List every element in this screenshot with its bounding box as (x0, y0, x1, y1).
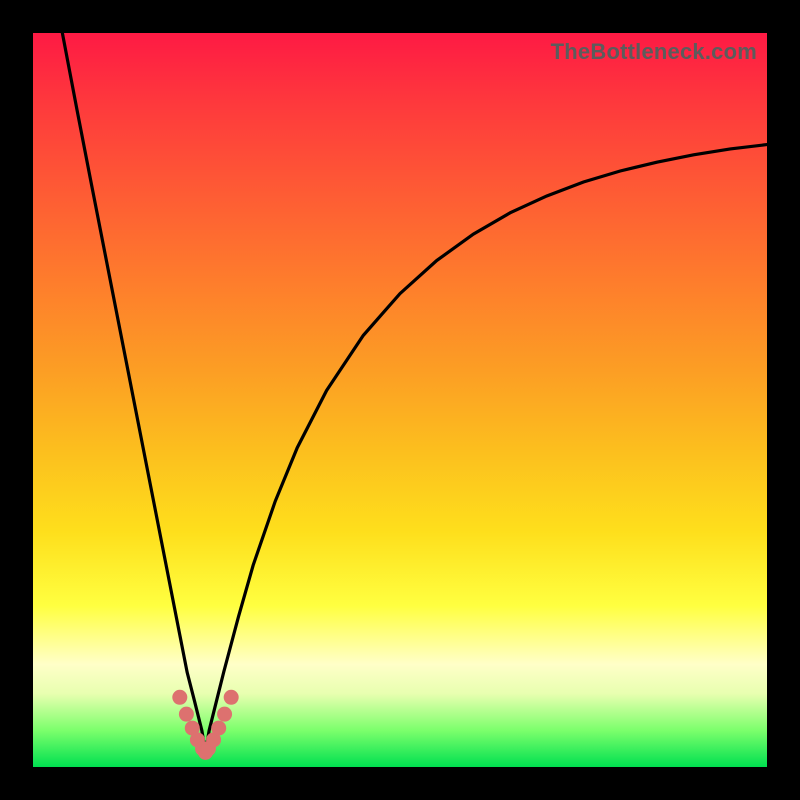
near-minimum-dots (172, 690, 238, 760)
marker-dot (179, 707, 194, 722)
curve-layer (33, 33, 767, 767)
plot-area: TheBottleneck.com (33, 33, 767, 767)
marker-dot (217, 707, 232, 722)
marker-dot (172, 690, 187, 705)
bottleneck-curve (62, 33, 767, 752)
chart-frame: TheBottleneck.com (0, 0, 800, 800)
marker-dot (224, 690, 239, 705)
marker-dot (211, 721, 226, 736)
